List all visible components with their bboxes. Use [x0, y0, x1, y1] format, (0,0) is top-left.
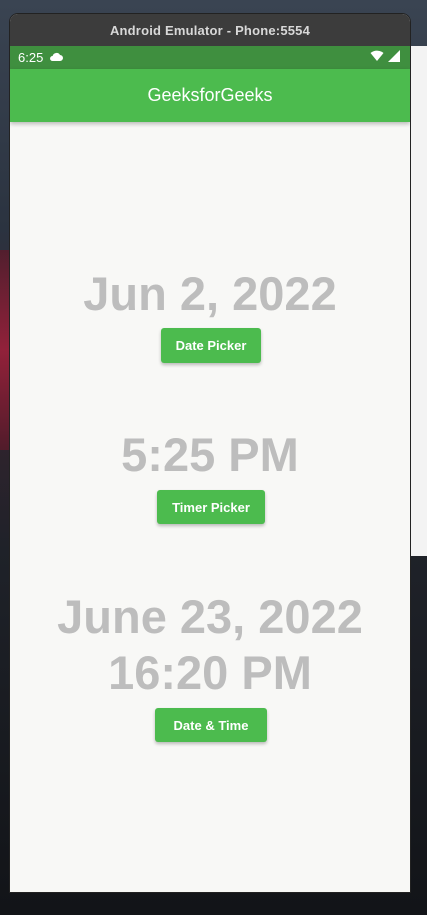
date-time-picker-button[interactable]: Date & Time [155, 708, 267, 742]
wifi-icon [370, 50, 384, 65]
main-content: Jun 2, 2022 Date Picker 5:25 PM Timer Pi… [10, 122, 410, 892]
emulator-side-panel [409, 46, 427, 556]
status-time: 6:25 [18, 50, 44, 65]
selected-datetime-date-text: June 23, 2022 [57, 590, 363, 643]
window-titlebar[interactable]: Android Emulator - Phone:5554 [10, 14, 410, 46]
cloud-icon [49, 50, 64, 65]
android-status-bar: 6:25 [10, 46, 410, 69]
selected-date-text: Jun 2, 2022 [83, 267, 337, 320]
signal-icon [388, 50, 400, 65]
app-bar: GeeksforGeeks [10, 69, 410, 122]
window-title: Android Emulator - Phone:5554 [109, 22, 311, 38]
selected-time-text: 5:25 PM [121, 428, 299, 481]
emulator-window: Android Emulator - Phone:5554 6:25 Geeks… [10, 14, 410, 892]
app-title: GeeksforGeeks [147, 85, 273, 105]
selected-datetime-time-text: 16:20 PM [108, 646, 312, 699]
date-picker-button[interactable]: Date Picker [161, 328, 261, 363]
timer-picker-button[interactable]: Timer Picker [157, 490, 265, 524]
